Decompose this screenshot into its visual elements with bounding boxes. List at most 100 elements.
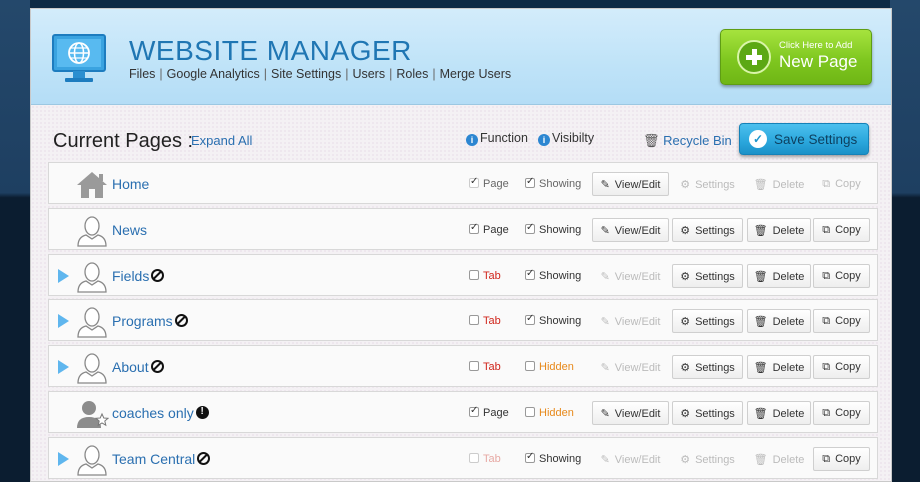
page-name: About — [112, 359, 149, 376]
visibility-checkbox[interactable]: Hidden — [525, 361, 574, 373]
copy-label: Copy — [835, 223, 861, 236]
nav-roles[interactable]: Roles — [396, 67, 428, 81]
recycle-bin-link[interactable]: 🗑 Recycle Bin — [643, 133, 732, 149]
function-legend[interactable]: i Function — [466, 131, 528, 146]
page-row: Home Page Showing ✎ View/Edit ⚙ Settings 🗑 Delet… — [48, 162, 878, 204]
nav-users[interactable]: Users — [352, 67, 385, 81]
view-edit-button[interactable]: ✎ View/Edit — [592, 309, 669, 333]
copy-button[interactable]: ⧉ Copy — [813, 446, 870, 471]
page-name-link[interactable]: coaches only — [112, 405, 209, 421]
page-name-link[interactable]: About — [112, 359, 164, 375]
settings-button[interactable]: ⚙ Settings — [672, 309, 743, 334]
nav-site-settings[interactable]: Site Settings — [271, 67, 341, 81]
view-edit-button[interactable]: ✎ View/Edit — [592, 355, 669, 379]
header-banner: WEBSITE MANAGER Files | Google Analytics | S… — [31, 9, 891, 105]
delete-label: Delete — [772, 316, 805, 329]
nav-google-analytics[interactable]: Google Analytics — [167, 67, 260, 81]
visibility-checkbox[interactable]: Showing — [525, 268, 581, 282]
settings-button[interactable]: ⚙ Settings — [672, 355, 743, 380]
delete-button[interactable]: 🗑 Delete — [747, 217, 811, 242]
checkbox-icon — [525, 406, 535, 417]
expand-arrow-icon[interactable] — [58, 360, 69, 375]
page-name-link[interactable]: Home — [112, 176, 149, 192]
delete-button[interactable]: 🗑 Delete — [747, 447, 811, 471]
new-page-button[interactable]: Click Here to Add New Page — [720, 29, 872, 85]
gear-icon: ⚙ — [680, 179, 691, 191]
function-value: Page — [483, 223, 509, 236]
page-name: Team Central — [112, 450, 196, 467]
page-name-link[interactable]: Programs — [112, 313, 188, 329]
page-name: coaches only — [112, 404, 194, 421]
visibility-checkbox[interactable]: Showing — [525, 176, 581, 190]
nav-merge-users[interactable]: Merge Users — [440, 67, 512, 81]
nav-files[interactable]: Files — [129, 67, 155, 81]
settings-button[interactable]: ⚙ Settings — [672, 447, 743, 471]
checkbox-icon — [525, 176, 535, 188]
copy-label: Copy — [835, 178, 861, 190]
checkbox-icon — [469, 315, 479, 326]
view-edit-label: View/Edit — [614, 407, 661, 420]
visibility-checkbox[interactable]: Showing — [525, 222, 581, 236]
delete-button[interactable]: 🗑 Delete — [747, 309, 811, 334]
view-edit-label: View/Edit — [614, 270, 661, 283]
settings-button[interactable]: ⚙ Settings — [672, 172, 743, 196]
checkbox-icon — [525, 268, 535, 280]
settings-button[interactable]: ⚙ Settings — [672, 400, 743, 425]
copy-button[interactable]: ⧉ Copy — [813, 217, 870, 242]
copy-button[interactable]: ⧉ Copy — [813, 172, 870, 196]
visibility-checkbox[interactable]: Showing — [525, 451, 581, 465]
expand-all-link[interactable]: Expand All — [191, 133, 252, 148]
function-value: Tab — [483, 361, 501, 374]
trash-icon: 🗑 — [753, 453, 768, 466]
delete-label: Delete — [772, 453, 805, 466]
view-edit-button[interactable]: ✎ View/Edit — [592, 264, 669, 288]
new-page-hint: Click Here to Add — [779, 40, 853, 51]
visibility-checkbox[interactable]: Hidden — [525, 406, 574, 419]
visibility-legend[interactable]: i Visibilty — [538, 131, 594, 146]
copy-button[interactable]: ⧉ Copy — [813, 355, 870, 380]
not-allowed-icon — [174, 314, 188, 328]
expand-arrow-icon[interactable] — [58, 314, 69, 329]
view-edit-button[interactable]: ✎ View/Edit — [592, 400, 669, 425]
gear-icon: ⚙ — [680, 362, 691, 375]
pencil-icon: ✎ — [600, 270, 610, 283]
checkmark-icon: ✓ — [749, 130, 767, 148]
settings-button[interactable]: ⚙ Settings — [672, 263, 743, 288]
save-settings-button[interactable]: ✓ Save Settings — [739, 123, 869, 155]
page-name: Programs — [112, 313, 173, 330]
copy-button[interactable]: ⧉ Copy — [813, 309, 870, 334]
plus-icon — [737, 40, 771, 74]
copy-label: Copy — [835, 315, 861, 328]
page-name-link[interactable]: News — [112, 222, 147, 238]
function-checkbox[interactable]: Page — [469, 405, 509, 419]
function-value: Tab — [483, 315, 501, 328]
page-name-link[interactable]: Team Central — [112, 450, 211, 467]
copy-icon: ⧉ — [822, 452, 831, 465]
expand-arrow-icon[interactable] — [58, 451, 69, 466]
copy-button[interactable]: ⧉ Copy — [813, 400, 870, 425]
page-background-left — [0, 0, 30, 482]
function-checkbox[interactable]: Page — [469, 176, 509, 190]
function-checkbox[interactable]: Page — [469, 222, 509, 236]
expand-arrow-icon[interactable] — [58, 268, 69, 283]
page-name-link[interactable]: Fields — [112, 268, 165, 284]
view-edit-button[interactable]: ✎ View/Edit — [592, 447, 669, 471]
delete-button[interactable]: 🗑 Delete — [747, 355, 811, 380]
function-checkbox[interactable]: Tab — [469, 452, 501, 465]
page-row: About Tab Hidden ✎ View/Edit ⚙ Settings 🗑 Delete… — [48, 345, 878, 388]
settings-button[interactable]: ⚙ Settings — [672, 217, 743, 242]
website-manager-panel: WEBSITE MANAGER Files | Google Analytics | S… — [30, 8, 892, 482]
delete-button[interactable]: 🗑 Delete — [747, 172, 811, 196]
view-edit-button[interactable]: ✎ View/Edit — [592, 217, 669, 242]
visibility-checkbox[interactable]: Showing — [525, 313, 581, 327]
function-checkbox[interactable]: Tab — [469, 269, 501, 282]
nav-separator: | — [432, 67, 436, 81]
copy-button[interactable]: ⧉ Copy — [813, 263, 870, 288]
delete-button[interactable]: 🗑 Delete — [747, 263, 811, 288]
function-checkbox[interactable]: Tab — [469, 361, 501, 373]
save-settings-label: Save Settings — [774, 132, 858, 147]
function-checkbox[interactable]: Tab — [469, 315, 501, 327]
copy-icon: ⧉ — [822, 315, 831, 328]
delete-button[interactable]: 🗑 Delete — [747, 400, 811, 425]
view-edit-button[interactable]: ✎ View/Edit — [592, 172, 669, 196]
